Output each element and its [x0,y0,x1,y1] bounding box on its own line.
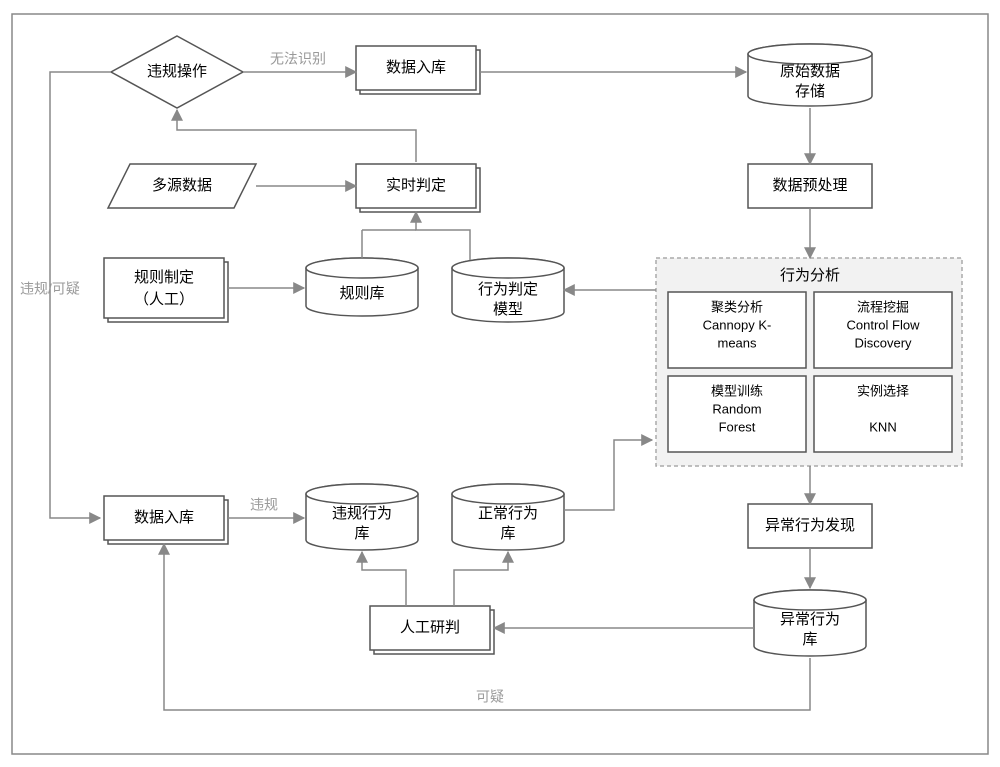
svg-text:违规行为: 违规行为 [332,505,392,522]
svg-text:行为判定: 行为判定 [478,281,538,298]
svg-text:库: 库 [500,525,515,542]
node-violation-op: 违规操作 [111,36,243,108]
flowchart-diagram: 违规操作 数据入库 原始数据 存储 多源数据 实时判定 数据预处理 规则制定 （… [0,0,1000,767]
svg-text:库: 库 [802,631,817,648]
svg-text:Random: Random [712,401,761,416]
node-behavior-model: 行为判定 模型 [452,258,564,322]
svg-text:正常行为: 正常行为 [478,505,538,522]
node-raw-storage: 原始数据 存储 [748,44,872,106]
node-rule-making: 规则制定 （人工） [104,258,228,322]
node-multi-source: 多源数据 [108,164,256,208]
analysis-process: 流程挖掘 Control Flow Discovery [814,292,952,368]
node-violation-db: 违规行为 库 [306,484,418,550]
node-realtime-judge: 实时判定 [356,164,480,212]
analysis-cluster: 聚类分析 Cannopy K- means [668,292,806,368]
svg-text:规则库: 规则库 [339,285,384,302]
svg-text:KNN: KNN [869,419,896,434]
node-data-ingest-bottom: 数据入库 [104,496,228,544]
node-behavior-analysis: 行为分析 聚类分析 Cannopy K- means 流程挖掘 Control … [656,258,962,466]
svg-text:违规/可疑: 违规/可疑 [20,281,80,297]
svg-text:异常行为发现: 异常行为发现 [765,517,855,534]
svg-text:模型训练: 模型训练 [711,383,763,398]
svg-text:违规操作: 违规操作 [147,63,207,80]
svg-text:Cannopy K-: Cannopy K- [703,317,772,332]
svg-text:实例选择: 实例选择 [857,383,909,398]
svg-text:Forest: Forest [719,419,756,434]
svg-text:数据入库: 数据入库 [134,509,194,526]
svg-text:实时判定: 实时判定 [386,177,446,194]
node-data-ingest-top: 数据入库 [356,46,480,94]
svg-text:多源数据: 多源数据 [152,177,212,194]
svg-text:原始数据: 原始数据 [780,63,840,80]
svg-text:行为分析: 行为分析 [780,267,840,284]
svg-text:（人工）: （人工） [134,291,194,308]
svg-text:Discovery: Discovery [854,335,912,350]
svg-text:数据入库: 数据入库 [386,59,446,76]
svg-text:可疑: 可疑 [476,689,504,705]
svg-text:库: 库 [354,525,369,542]
svg-text:数据预处理: 数据预处理 [772,177,847,194]
svg-text:违规: 违规 [250,497,278,513]
svg-text:规则制定: 规则制定 [134,269,194,286]
svg-text:模型: 模型 [493,301,523,318]
analysis-instance: 实例选择 KNN [814,376,952,452]
svg-text:无法识别: 无法识别 [270,51,326,67]
analysis-train: 模型训练 Random Forest [668,376,806,452]
svg-text:聚类分析: 聚类分析 [711,299,763,314]
node-preprocess: 数据预处理 [748,164,872,208]
svg-text:异常行为: 异常行为 [780,611,840,628]
svg-text:Control Flow: Control Flow [847,317,921,332]
svg-text:means: means [717,335,757,350]
svg-text:人工研判: 人工研判 [400,619,460,636]
svg-text:存储: 存储 [795,83,825,100]
svg-text:流程挖掘: 流程挖掘 [857,299,909,314]
node-anomaly-db: 异常行为 库 [754,590,866,656]
node-normal-db: 正常行为 库 [452,484,564,550]
node-rule-db: 规则库 [306,258,418,316]
node-anomaly-discover: 异常行为发现 [748,504,872,548]
node-manual-review: 人工研判 [370,606,494,654]
